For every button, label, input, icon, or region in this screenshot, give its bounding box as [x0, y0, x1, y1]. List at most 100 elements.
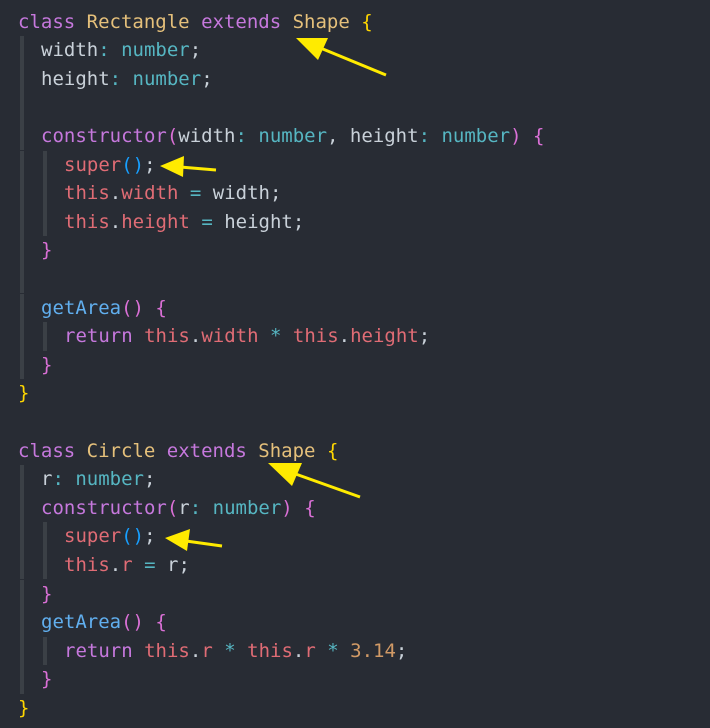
code-text: constructor(r: number) {	[41, 494, 316, 523]
code-token: class	[18, 439, 76, 462]
indent-guide	[20, 350, 24, 380]
code-token: getArea	[41, 296, 122, 319]
indent-guide	[20, 179, 24, 208]
indent-guide	[43, 150, 47, 180]
code-token: width	[121, 182, 179, 205]
indent-guide	[20, 550, 24, 580]
code-line[interactable]: height: number;	[0, 64, 710, 94]
indent-guide	[20, 64, 24, 94]
code-token: constructor	[41, 496, 167, 519]
code-token: getArea	[41, 611, 122, 634]
indent-guide	[20, 93, 24, 122]
code-line[interactable]: class Circle extends Shape {	[0, 437, 710, 466]
code-line[interactable]: }	[0, 579, 710, 609]
code-token: Rectangle	[86, 10, 190, 33]
indent-guide	[43, 207, 47, 237]
code-token: this	[64, 210, 110, 233]
code-token: height	[350, 325, 419, 348]
code-editor[interactable]: class Rectangle extends Shape {width: nu…	[0, 0, 710, 728]
code-token: height	[41, 67, 110, 90]
code-line[interactable]: r: number;	[0, 465, 710, 494]
code-line[interactable]: this.width = width;	[0, 179, 710, 208]
code-token: (	[166, 496, 179, 519]
code-token: width	[178, 124, 236, 147]
indent-guide	[20, 150, 24, 180]
code-token: Shape	[292, 10, 350, 33]
code-line[interactable]: constructor(width: number, height: numbe…	[0, 121, 710, 151]
code-line[interactable]: super();	[0, 150, 710, 180]
code-token: number	[441, 124, 511, 147]
code-text: }	[18, 379, 29, 408]
code-token: extends	[201, 10, 282, 33]
code-token: ;	[144, 153, 156, 176]
code-token: )	[281, 496, 293, 519]
code-token: (	[166, 124, 179, 147]
indent-guide	[20, 608, 24, 637]
code-token: number	[75, 468, 144, 491]
code-token: )	[510, 124, 522, 147]
code-token: =	[189, 182, 202, 205]
code-text: class Rectangle extends Shape {	[18, 8, 373, 37]
code-text: getArea() {	[41, 294, 167, 323]
code-token: number	[258, 124, 328, 147]
indent-guide	[43, 322, 47, 351]
code-token: *	[269, 325, 282, 348]
code-line[interactable]: this.height = height;	[0, 207, 710, 237]
indent-guide	[43, 522, 47, 551]
code-token: ;	[144, 468, 156, 491]
code-token: extends	[166, 439, 247, 462]
code-line[interactable]: width: number;	[0, 36, 710, 65]
code-line[interactable]: }	[0, 665, 710, 694]
code-token: .	[292, 639, 305, 662]
code-line[interactable]: }	[0, 694, 710, 723]
code-token: return	[64, 325, 133, 348]
code-token: r	[121, 553, 133, 576]
code-line[interactable]: this.r = r;	[0, 550, 710, 580]
code-line[interactable]: getArea() {	[0, 608, 710, 637]
code-text: }	[41, 236, 52, 265]
code-line[interactable]: }	[0, 350, 710, 380]
code-line[interactable]: class Rectangle extends Shape {	[0, 8, 710, 37]
code-line[interactable]	[0, 408, 710, 437]
code-token: width;	[201, 182, 282, 205]
indent-guide	[20, 465, 24, 494]
code-token: :	[189, 496, 202, 519]
code-token: :	[109, 67, 122, 90]
code-line[interactable]: return this.width * this.height;	[0, 322, 710, 351]
code-text: width: number;	[41, 36, 201, 65]
code-token: this	[247, 639, 293, 662]
code-token: number	[132, 67, 202, 90]
code-token: r	[178, 496, 190, 519]
code-token: r	[201, 639, 213, 662]
code-token: {	[326, 439, 339, 462]
code-line[interactable]	[0, 93, 710, 122]
code-token: .	[189, 639, 202, 662]
indent-guide	[43, 179, 47, 208]
code-line[interactable]: }	[0, 379, 710, 408]
code-line[interactable]	[0, 264, 710, 294]
code-token: number	[212, 496, 282, 519]
code-line[interactable]: }	[0, 236, 710, 265]
code-line[interactable]: getArea() {	[0, 293, 710, 323]
code-token: this	[144, 639, 190, 662]
code-line[interactable]: constructor(r: number) {	[0, 493, 710, 523]
code-line[interactable]: super();	[0, 522, 710, 551]
code-token: {	[155, 296, 167, 319]
code-token: constructor	[41, 124, 167, 147]
indent-guide	[20, 522, 24, 551]
code-line[interactable]: return this.r * this.r * 3.14;	[0, 636, 710, 666]
code-token: {	[304, 496, 316, 519]
